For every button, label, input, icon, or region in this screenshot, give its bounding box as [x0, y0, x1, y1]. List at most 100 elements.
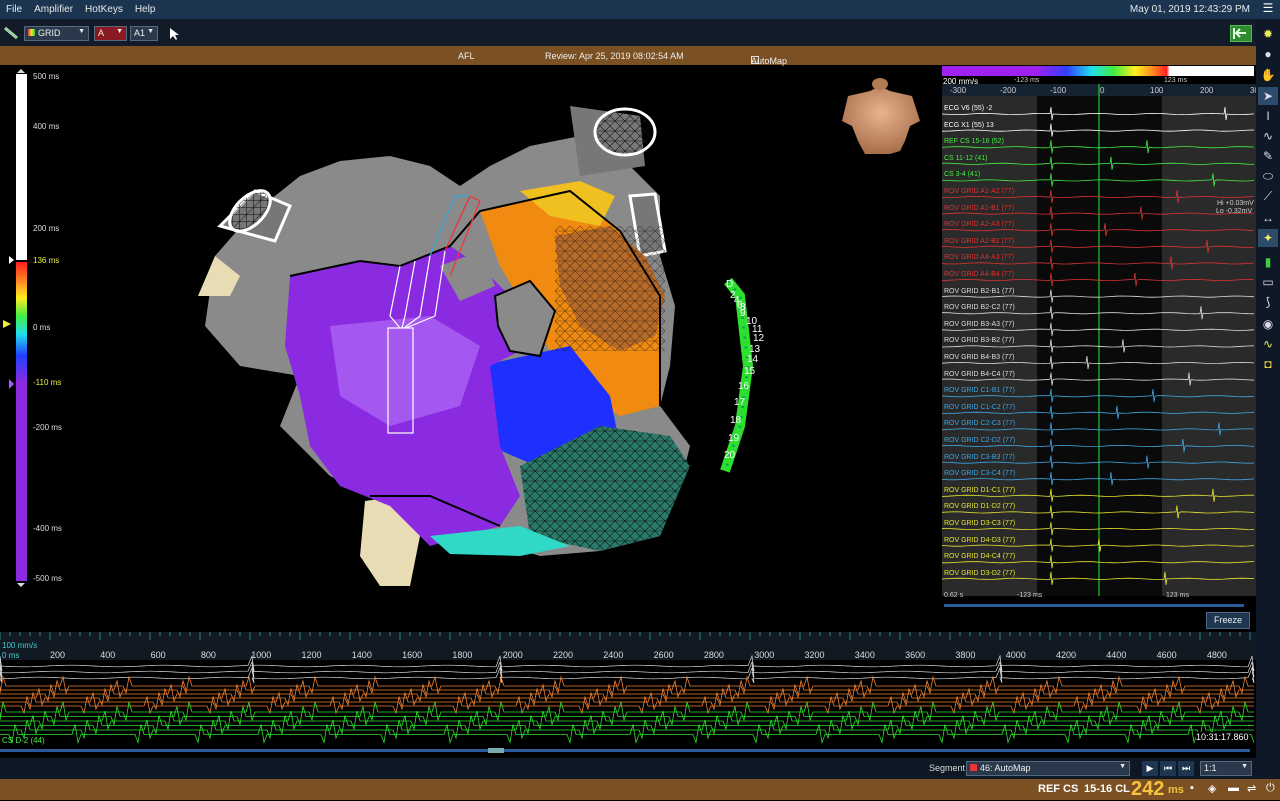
timeline-speed: 100 mm/s — [2, 641, 38, 650]
egm-channel-label[interactable]: ROV GRID D1-C1 (77) — [944, 486, 1016, 494]
menu-bar: File Amplifier HotKeys Help May 01, 2019… — [0, 0, 1280, 19]
egm-channel-label[interactable]: ROV GRID B4-B3 (77) — [944, 354, 1015, 361]
ellipse-icon[interactable]: ⬭ — [1258, 167, 1278, 185]
egm-axis-tick: -300 — [950, 86, 967, 95]
egm-channel-label[interactable]: ROV GRID D3-D2 (77) — [944, 569, 1016, 577]
electrogram-panel[interactable]: 200 mm/s -123 ms 123 ms -300 -200 -100 0 100… — [942, 66, 1256, 632]
egm-channel-label[interactable]: ROV GRID B4-C4 (77) — [944, 370, 1015, 378]
scale-tick: -400 ms — [33, 524, 62, 533]
marker-icon[interactable]: ✦ — [1258, 229, 1278, 247]
timeline-panel[interactable]: 100 mm/s 0 ms 200 400 600 800 1000 1200 1400 16… — [0, 632, 1256, 758]
menu-amplifier[interactable]: Amplifier — [28, 4, 79, 15]
timeline-tick: 1400 — [351, 650, 372, 660]
egm-channel-label[interactable]: ROV GRID C1-B1 (77) — [944, 387, 1015, 395]
egm-traces: -300 -200 -100 0 100 200 300 — [942, 84, 1256, 596]
egm-channel-label[interactable]: ROV GRID D3-C3 (77) — [944, 520, 1016, 527]
egm-channel-label[interactable]: ROV GRID A2-B2 (77) — [944, 237, 1015, 245]
network-icon[interactable]: ⇌ — [1247, 782, 1256, 795]
catheter-tool-icon[interactable] — [3, 26, 19, 40]
monitor-icon[interactable]: ▭ — [1258, 273, 1278, 291]
step-forward-button[interactable]: ⏭ — [1178, 761, 1194, 776]
egm-channel-label[interactable]: ROV GRID D4-D3 (77) — [944, 536, 1016, 544]
egm-channel-label[interactable]: ROV GRID B3-B2 (77) — [944, 337, 1015, 345]
back-arrow-button[interactable] — [1230, 25, 1252, 42]
camera-icon[interactable]: ◘ — [1258, 355, 1278, 373]
egm-channel-label[interactable]: ROV GRID A4-B4 (77) — [944, 271, 1015, 278]
scale-tick: -200 ms — [33, 423, 62, 432]
egm-channel-label[interactable]: ROV GRID B3-A3 (77) — [944, 320, 1015, 328]
egm-channel-label[interactable]: REF CS 15-16 (52) — [944, 138, 1004, 146]
pen-icon[interactable]: ✎ — [1258, 147, 1278, 165]
battery-icon[interactable]: ▮ — [1258, 253, 1278, 271]
map-type-select[interactable]: GRID ▼ — [24, 26, 89, 41]
sphere-icon[interactable]: ● — [1258, 45, 1278, 63]
timeline-tick: 4400 — [1106, 650, 1127, 660]
egm-channel-label[interactable]: ROV GRID C2-C3 (77) — [944, 420, 1016, 428]
playback-ratio-select[interactable]: 1:1 ▼ — [1200, 761, 1252, 776]
timeline-tick: 2600 — [653, 650, 674, 660]
egm-channel-label[interactable]: ROV GRID D1-D2 (77) — [944, 503, 1016, 511]
menu-hotkeys[interactable]: HotKeys — [79, 4, 129, 15]
egm-channel-label[interactable]: ROV GRID D4-C4 (77) — [944, 553, 1016, 561]
measure-icon[interactable]: ↔ — [1258, 209, 1278, 227]
atrium-map — [198, 78, 920, 586]
curve-icon[interactable]: ∿ — [1258, 127, 1278, 145]
eye-icon[interactable]: ◉ — [1258, 315, 1278, 333]
egm-channel-label[interactable]: ROV GRID B2-C2 (77) — [944, 304, 1015, 312]
footer-bar: REF CS 15-16 CL 242 ms ▪ ◈ ▬ ⇌ ⏻ — [0, 778, 1280, 800]
timeline-ecg-trace — [0, 660, 1255, 678]
pointer-icon[interactable] — [169, 27, 179, 41]
electrode-label: 12 — [753, 333, 765, 344]
electrode-label: D — [726, 279, 734, 290]
egm-ref-left: -123 ms — [1014, 77, 1040, 84]
scale-tick: 500 ms — [33, 72, 60, 81]
egm-ref-right: 123 ms — [1164, 77, 1187, 84]
egm-channel-label[interactable]: ROV GRID B2-B1 (77) — [944, 287, 1015, 295]
scale-tick: 0 ms — [33, 323, 51, 332]
select-pointer-icon[interactable]: ➤ — [1258, 87, 1278, 105]
chevron-down-icon: ▼ — [1119, 763, 1126, 770]
egm-scrollbar[interactable] — [944, 604, 1244, 607]
menu-file[interactable]: File — [0, 4, 28, 15]
egm-channel-label[interactable]: ECG V6 (55) -2 — [944, 105, 993, 112]
settings-icon[interactable]: ✹ — [1258, 25, 1278, 43]
egm-channel-label[interactable]: ROV GRID A4-A3 (77) — [944, 254, 1015, 262]
channel-a1-select[interactable]: A1 ▼ — [130, 26, 158, 41]
egm-readout: 0.62 s — [944, 592, 964, 599]
shield-icon[interactable]: ◈ — [1208, 782, 1216, 795]
egm-channel-label[interactable]: ROV GRID C3-C4 (77) — [944, 470, 1016, 478]
activation-map-view[interactable]: D 2 4 6 8 9 10 11 12 13 14 15 16 17 18 1… — [100, 66, 940, 632]
egm-channel-label[interactable]: ROV GRID C1-C2 (77) — [944, 403, 1016, 411]
waveform-icon[interactable]: ∿ — [1258, 335, 1278, 353]
disk-icon[interactable]: ▬ — [1228, 782, 1239, 794]
timeline-tick: 3600 — [905, 650, 926, 660]
egm-channel-label[interactable]: CS 3-4 (41) — [944, 171, 981, 179]
egm-channel-label[interactable]: ROV GRID A2-A3 (77) — [944, 221, 1015, 229]
egm-channel-label[interactable]: ROV GRID A1-A2 (77) — [944, 188, 1015, 195]
step-back-button[interactable]: ⏮ — [1160, 761, 1176, 776]
freeze-button[interactable]: Freeze — [1206, 612, 1250, 629]
segment-select[interactable]: 46: AutoMap ▼ — [966, 761, 1130, 776]
eraser-icon[interactable]: ⟋ — [1258, 187, 1278, 205]
mixer-icon[interactable]: ☰ — [1260, 1, 1276, 17]
timeline-scrollbar[interactable] — [0, 749, 1250, 752]
cycle-length-unit: ms — [1168, 784, 1184, 796]
timeline-tick: 2200 — [553, 650, 574, 660]
menu-help[interactable]: Help — [129, 4, 162, 15]
cursor-ibeam-icon[interactable]: Ι — [1258, 107, 1278, 125]
hand-icon[interactable]: ✋ — [1258, 66, 1278, 84]
egm-channel-label[interactable]: CS 11-12 (41) — [944, 154, 988, 162]
egm-channel-label[interactable]: ROV GRID C3-B3 (77) — [944, 453, 1015, 461]
timeline-cs-trace — [0, 724, 1255, 745]
catheter-icon[interactable]: ⟆ — [1258, 293, 1278, 311]
grid-icon — [28, 29, 35, 36]
power-icon[interactable]: ⏻ — [1266, 782, 1275, 795]
play-button[interactable]: ▶ — [1142, 761, 1158, 776]
egm-channel-label[interactable]: ROV GRID A1-B1 (77) — [944, 204, 1015, 212]
channel-a-select[interactable]: A ▼ — [94, 26, 127, 41]
chat-icon[interactable]: ▪ — [1190, 782, 1194, 794]
egm-readout: 123 ms — [1166, 592, 1189, 599]
egm-channel-label[interactable]: ECG X1 (55) 13 — [944, 121, 994, 129]
timeline-scroll-thumb[interactable] — [488, 748, 504, 753]
egm-channel-label[interactable]: ROV GRID C2-D2 (77) — [944, 437, 1016, 444]
